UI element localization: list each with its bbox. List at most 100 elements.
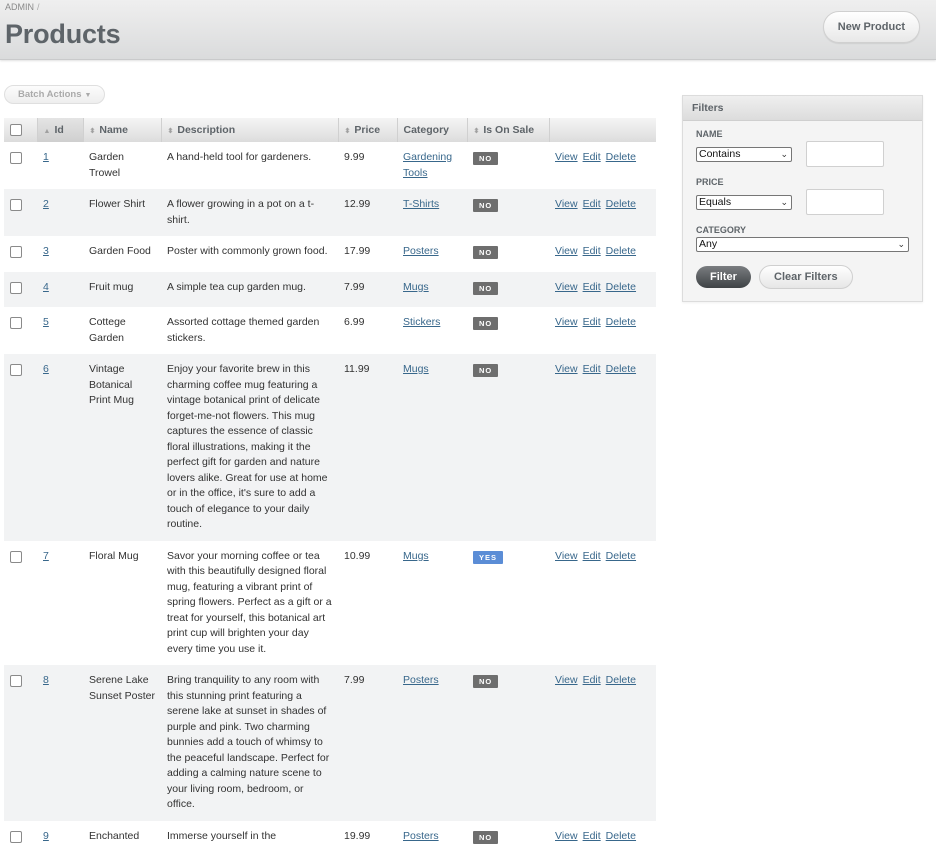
category-cell: Gardening Tools xyxy=(397,142,467,189)
name-cell: Fruit mug xyxy=(83,272,161,308)
product-id-link[interactable]: 9 xyxy=(43,830,49,842)
edit-link[interactable]: Edit xyxy=(583,281,601,293)
price-cell: 10.99 xyxy=(338,541,397,666)
table-row: 1Garden TrowelA hand-held tool for garde… xyxy=(4,142,656,189)
delete-link[interactable]: Delete xyxy=(606,830,636,842)
category-link[interactable]: Posters xyxy=(403,674,439,686)
price-cell: 7.99 xyxy=(338,272,397,308)
category-select[interactable]: Any⌄ xyxy=(696,237,909,252)
filters-panel: Filters NAME Contains⌄ PRICE Equals⌄ CAT… xyxy=(682,95,923,302)
product-id-link[interactable]: 4 xyxy=(43,281,49,293)
row-select-cell xyxy=(4,189,37,236)
edit-link[interactable]: Edit xyxy=(583,830,601,842)
status-badge: NO xyxy=(473,831,498,844)
row-checkbox[interactable] xyxy=(10,317,22,329)
status-badge: NO xyxy=(473,282,498,295)
new-product-button[interactable]: New Product xyxy=(823,11,920,43)
row-checkbox[interactable] xyxy=(10,675,22,687)
view-link[interactable]: View xyxy=(555,674,578,686)
row-checkbox[interactable] xyxy=(10,199,22,211)
edit-link[interactable]: Edit xyxy=(583,198,601,210)
delete-link[interactable]: Delete xyxy=(606,245,636,257)
batch-actions-label: Batch Actions xyxy=(18,89,82,100)
category-link[interactable]: Mugs xyxy=(403,363,429,375)
on-sale-cell: YES xyxy=(467,541,549,666)
view-link[interactable]: View xyxy=(555,281,578,293)
delete-link[interactable]: Delete xyxy=(606,198,636,210)
column-header-id[interactable]: ▲Id xyxy=(37,118,83,142)
status-badge: NO xyxy=(473,246,498,259)
name-cell: Vintage Botanical Print Mug xyxy=(83,354,161,541)
column-header-price[interactable]: ⬍Price xyxy=(338,118,397,142)
filter-button[interactable]: Filter xyxy=(696,266,751,288)
category-link[interactable]: Mugs xyxy=(403,281,429,293)
product-id-link[interactable]: 1 xyxy=(43,151,49,163)
actions-cell: View Edit Delete xyxy=(549,142,656,189)
product-id-link[interactable]: 5 xyxy=(43,316,49,328)
category-link[interactable]: Posters xyxy=(403,245,439,257)
category-link[interactable]: Gardening Tools xyxy=(403,151,452,179)
clear-filters-button[interactable]: Clear Filters xyxy=(759,265,853,289)
product-id-link[interactable]: 3 xyxy=(43,245,49,257)
edit-link[interactable]: Edit xyxy=(583,151,601,163)
column-header-description[interactable]: ⬍Description xyxy=(161,118,338,142)
name-cell: Garden Trowel xyxy=(83,142,161,189)
view-link[interactable]: View xyxy=(555,151,578,163)
name-operator-select[interactable]: Contains⌄ xyxy=(696,147,792,162)
row-checkbox[interactable] xyxy=(10,551,22,563)
edit-link[interactable]: Edit xyxy=(583,550,601,562)
delete-link[interactable]: Delete xyxy=(606,281,636,293)
row-checkbox[interactable] xyxy=(10,364,22,376)
price-filter-input[interactable] xyxy=(806,189,884,215)
delete-link[interactable]: Delete xyxy=(606,316,636,328)
category-cell: Posters xyxy=(397,665,467,821)
column-header-on-sale[interactable]: ⬍Is On Sale xyxy=(467,118,549,142)
id-cell: 7 xyxy=(37,541,83,666)
status-badge: NO xyxy=(473,317,498,330)
edit-link[interactable]: Edit xyxy=(583,316,601,328)
delete-link[interactable]: Delete xyxy=(606,550,636,562)
row-checkbox[interactable] xyxy=(10,152,22,164)
price-cell: 17.99 xyxy=(338,236,397,272)
view-link[interactable]: View xyxy=(555,198,578,210)
page-title: Products xyxy=(5,19,120,50)
id-cell: 8 xyxy=(37,665,83,821)
table-row: 5Cottege GardenAssorted cottage themed g… xyxy=(4,307,656,354)
id-cell: 6 xyxy=(37,354,83,541)
row-checkbox[interactable] xyxy=(10,282,22,294)
delete-link[interactable]: Delete xyxy=(606,363,636,375)
delete-link[interactable]: Delete xyxy=(606,151,636,163)
name-cell: Floral Mug xyxy=(83,541,161,666)
category-link[interactable]: Posters xyxy=(403,830,439,842)
batch-actions-button[interactable]: Batch Actions▼ xyxy=(4,85,105,104)
on-sale-cell: NO xyxy=(467,272,549,308)
product-id-link[interactable]: 6 xyxy=(43,363,49,375)
delete-link[interactable]: Delete xyxy=(606,674,636,686)
product-id-link[interactable]: 2 xyxy=(43,198,49,210)
view-link[interactable]: View xyxy=(555,245,578,257)
select-all-checkbox[interactable] xyxy=(10,124,22,136)
category-link[interactable]: T-Shirts xyxy=(403,198,439,210)
price-operator-select[interactable]: Equals⌄ xyxy=(696,195,792,210)
category-link[interactable]: Mugs xyxy=(403,550,429,562)
actions-cell: View Edit Delete xyxy=(549,354,656,541)
product-id-link[interactable]: 7 xyxy=(43,550,49,562)
edit-link[interactable]: Edit xyxy=(583,674,601,686)
row-checkbox[interactable] xyxy=(10,831,22,843)
category-link[interactable]: Stickers xyxy=(403,316,440,328)
row-checkbox[interactable] xyxy=(10,246,22,258)
actions-cell: View Edit Delete xyxy=(549,236,656,272)
edit-link[interactable]: Edit xyxy=(583,245,601,257)
category-filter-label: CATEGORY xyxy=(696,225,746,235)
breadcrumb-admin-link[interactable]: ADMIN xyxy=(5,2,34,12)
column-header-name[interactable]: ⬍Name xyxy=(83,118,161,142)
id-cell: 5 xyxy=(37,307,83,354)
view-link[interactable]: View xyxy=(555,550,578,562)
row-select-cell xyxy=(4,272,37,308)
edit-link[interactable]: Edit xyxy=(583,363,601,375)
name-filter-input[interactable] xyxy=(806,141,884,167)
view-link[interactable]: View xyxy=(555,363,578,375)
view-link[interactable]: View xyxy=(555,316,578,328)
view-link[interactable]: View xyxy=(555,830,578,842)
product-id-link[interactable]: 8 xyxy=(43,674,49,686)
